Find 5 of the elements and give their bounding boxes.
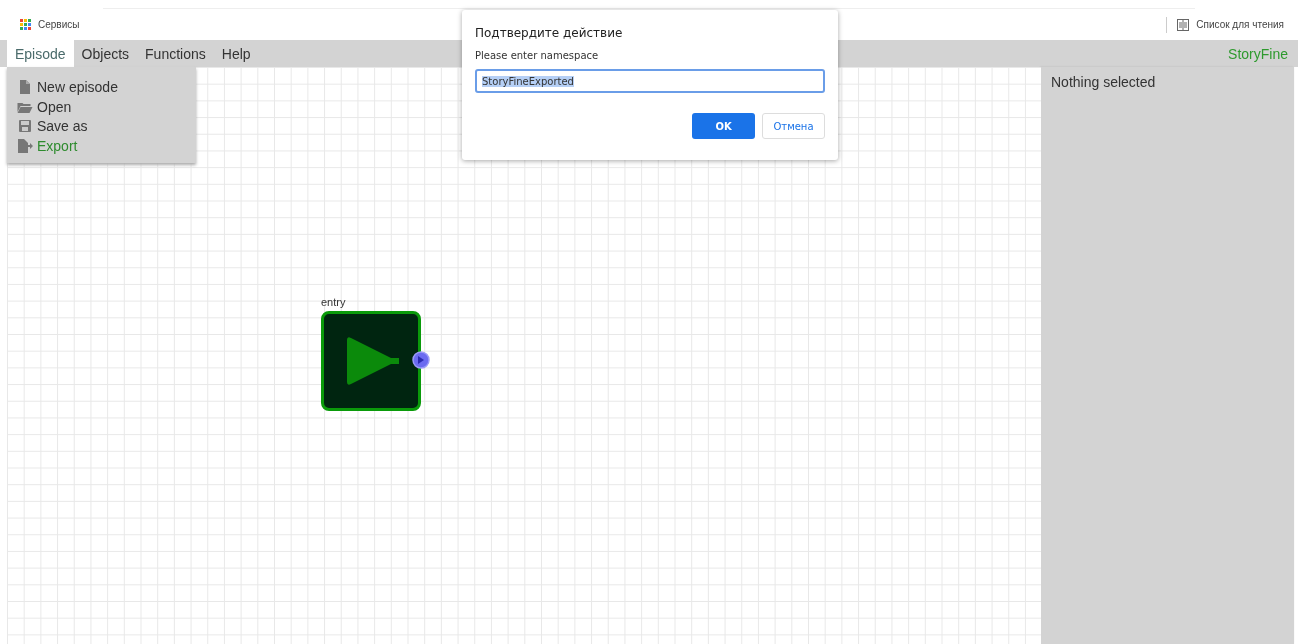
node-label: entry	[321, 296, 346, 308]
dialog-title: Подтвердите действие	[475, 26, 623, 40]
status-text: Nothing selected	[1051, 74, 1156, 90]
app-title: StoryFine	[1228, 44, 1288, 64]
dialog-message: Please enter namespace	[475, 50, 599, 61]
